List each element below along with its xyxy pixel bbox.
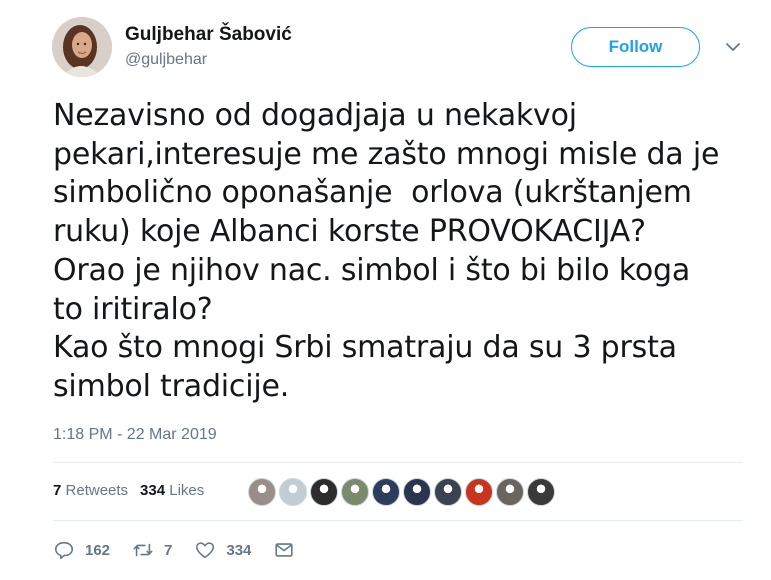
direct-message-button[interactable]: [273, 539, 305, 561]
avatar-image: [52, 17, 112, 77]
follow-button[interactable]: Follow: [571, 27, 700, 67]
reply-button[interactable]: 162: [53, 539, 110, 561]
retweet-icon: [133, 543, 153, 557]
retweet-count: 7: [164, 541, 173, 559]
likes-count: 334: [140, 482, 166, 499]
liker-avatar[interactable]: [310, 478, 338, 506]
tweet-actions: 162 7 334: [53, 538, 327, 562]
author-handle[interactable]: @guljbehar: [125, 51, 207, 69]
author-avatar[interactable]: [52, 17, 112, 77]
liker-avatar[interactable]: [434, 478, 462, 506]
like-count: 334: [226, 541, 252, 559]
liker-avatar[interactable]: [341, 478, 369, 506]
retweet-button[interactable]: 7: [132, 539, 172, 561]
liker-avatar[interactable]: [465, 478, 493, 506]
liker-avatar[interactable]: [372, 478, 400, 506]
divider: [53, 520, 743, 521]
tweet-timestamp[interactable]: 1:18 PM - 22 Mar 2019: [53, 426, 217, 444]
liker-avatar[interactable]: [527, 478, 555, 506]
tweet-text: Nezavisno od dogadjaja u nekakvoj pekari…: [53, 98, 720, 404]
liker-avatar[interactable]: [496, 478, 524, 506]
retweets-stat[interactable]: 7 Retweets: [53, 482, 128, 499]
more-options-caret[interactable]: [722, 36, 744, 58]
liker-avatar[interactable]: [248, 478, 276, 506]
divider: [53, 462, 743, 463]
liker-avatars: [248, 478, 558, 506]
author-name[interactable]: Guljbehar Šabović: [125, 24, 292, 46]
liker-avatar[interactable]: [279, 478, 307, 506]
likes-stat[interactable]: 334 Likes: [140, 482, 204, 499]
heart-icon: [196, 542, 215, 559]
envelope-icon: [275, 543, 293, 557]
reply-icon: [54, 541, 74, 560]
liker-avatar[interactable]: [403, 478, 431, 506]
likes-label: Likes: [169, 482, 205, 499]
chevron-down-icon: [726, 43, 740, 51]
tweet-stats: 7 Retweets 334 Likes: [53, 482, 204, 499]
retweets-label: Retweets: [65, 482, 129, 499]
retweets-count: 7: [53, 482, 62, 499]
tweet-card: Guljbehar Šabović @guljbehar Follow Neza…: [0, 0, 771, 580]
reply-count: 162: [85, 541, 111, 559]
like-button[interactable]: 334: [194, 539, 251, 561]
